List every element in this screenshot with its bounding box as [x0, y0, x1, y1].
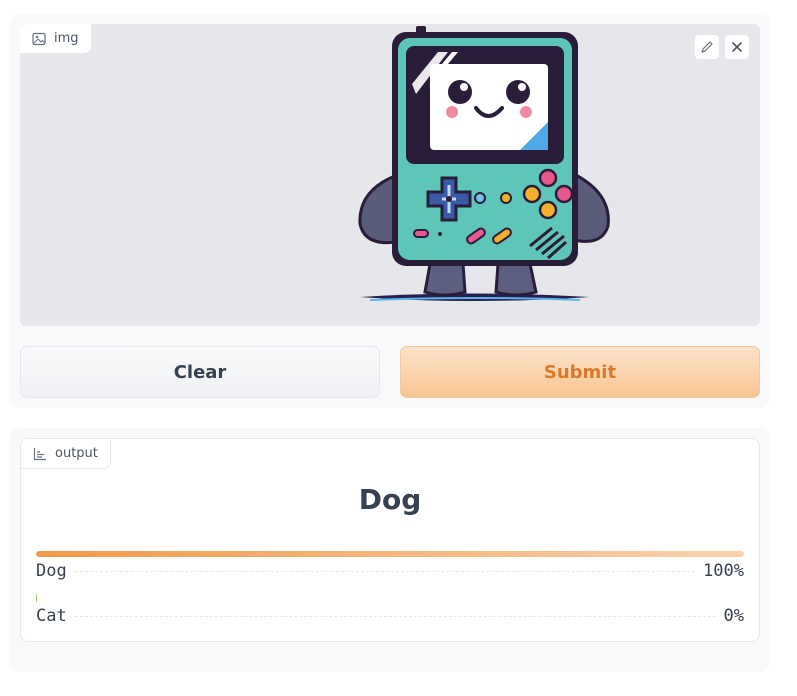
label-output: output Dog Dog 100% Cat 0%	[20, 438, 760, 642]
leader-dots	[74, 571, 696, 572]
edit-button[interactable]	[694, 34, 720, 60]
predicted-label: Dog	[358, 483, 422, 516]
image-upload-area[interactable]: img	[20, 24, 760, 326]
confidence-bar	[36, 594, 37, 602]
submit-button[interactable]: Submit	[400, 346, 760, 398]
clear-button[interactable]: Clear	[20, 346, 380, 398]
image-toolbar	[694, 34, 750, 60]
confidence-label: Dog	[36, 561, 67, 581]
output-block-label: output	[21, 439, 111, 469]
confidence-value: 100%	[703, 561, 744, 581]
bar-chart-icon	[33, 447, 46, 460]
leader-dots	[74, 616, 716, 617]
input-panel: img Clear Submit	[10, 14, 770, 408]
output-panel: output Dog Dog 100% Cat 0%	[10, 428, 770, 672]
confidence-label: Cat	[36, 606, 67, 626]
close-button[interactable]	[724, 34, 750, 60]
close-icon	[732, 42, 742, 52]
confidence-row[interactable]: Dog 100%	[36, 551, 744, 581]
edit-icon	[701, 41, 713, 53]
image-label-text: img	[54, 31, 79, 46]
image-block-label: img	[20, 24, 92, 54]
confidence-value: 0%	[723, 606, 744, 626]
image-icon	[32, 32, 46, 45]
output-label-text: output	[55, 446, 98, 461]
confidence-bar	[36, 551, 744, 557]
confidence-row[interactable]: Cat 0%	[36, 594, 744, 626]
uploaded-image	[358, 26, 610, 301]
